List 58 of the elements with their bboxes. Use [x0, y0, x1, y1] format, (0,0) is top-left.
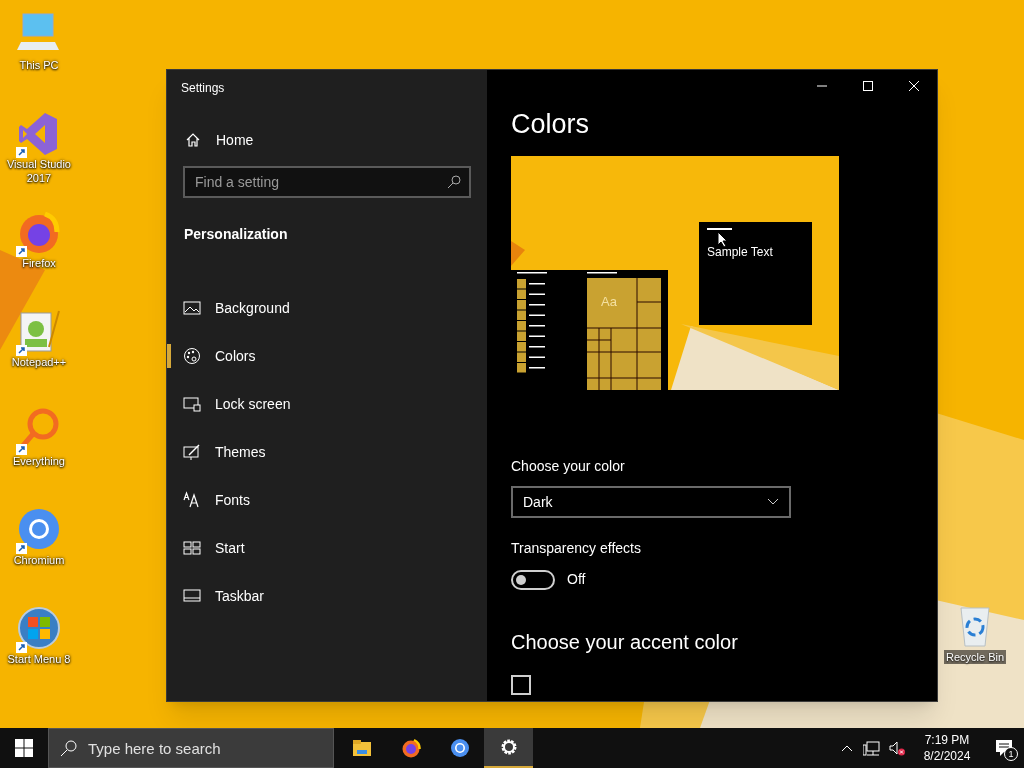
toggle-state-text: Off: [567, 570, 586, 589]
shortcut-label: Start Menu 8: [7, 652, 71, 666]
monitor-brush-icon: [183, 443, 201, 461]
search-field[interactable]: Find a setting: [183, 166, 471, 198]
taskbar-app-button[interactable]: [484, 728, 533, 768]
search-icon: [60, 740, 77, 757]
shortcut-label: Visual Studio 2017: [6, 157, 72, 185]
network-monitor-icon: [862, 740, 880, 756]
shortcut-label: Chromium: [13, 553, 65, 567]
maximize-icon: [862, 80, 874, 92]
palette-icon: [183, 347, 201, 365]
windows-logo-icon: [15, 739, 33, 757]
window-title: Settings: [181, 80, 225, 97]
clock-button[interactable]: 7:19 PM 8/2/2024: [910, 728, 984, 768]
auto-accent-checkbox[interactable]: [511, 675, 531, 695]
monitor-lock-icon: [183, 395, 201, 413]
chevron-up-icon: [841, 744, 853, 752]
section-heading: Personalization: [184, 226, 288, 242]
action-center-button[interactable]: 1: [984, 728, 1024, 768]
color-mode-dropdown[interactable]: Dark: [511, 486, 791, 518]
shortcut-label: This PC: [19, 58, 59, 72]
selection-indicator: [167, 344, 171, 368]
home-nav-item[interactable]: Home: [167, 120, 487, 160]
shortcut-label: Notepad++: [11, 355, 67, 369]
taskbar-icon: [183, 587, 201, 605]
search-icon: [447, 175, 461, 189]
tiles-icon: [183, 539, 201, 557]
tile-sample-text: Aa: [601, 294, 617, 309]
folder-icon: [351, 738, 372, 758]
field-label: Choose your color: [511, 457, 625, 476]
speaker-muted-icon: [889, 740, 905, 756]
nav-item[interactable]: Background: [167, 284, 487, 332]
field-label: Transparency effects: [511, 539, 641, 558]
windows-orb-icon: [15, 604, 63, 652]
clock-time: 7:19 PM: [924, 732, 970, 748]
nav-item[interactable]: Fonts: [167, 476, 487, 524]
recycle-bin-shortcut[interactable]: Recycle Bin: [943, 602, 1007, 664]
picture-icon: [183, 299, 201, 317]
clock-date: 8/2/2024: [923, 748, 971, 764]
home-icon: [185, 132, 201, 148]
nav-item[interactable]: Lock screen: [167, 380, 487, 428]
section-heading: Choose your accent color: [511, 630, 738, 655]
shortcut-label: Firefox: [22, 256, 56, 270]
taskbar-search-field[interactable]: Type here to search: [48, 728, 334, 768]
nav-item[interactable]: Themes: [167, 428, 487, 476]
sample-text: Sample Text: [707, 244, 773, 261]
transparency-toggle[interactable]: [511, 569, 555, 590]
notification-count-badge: 1: [1004, 747, 1018, 761]
page-title: Colors: [511, 108, 590, 141]
fox-globe-icon: [400, 738, 421, 758]
shortcut-label: Everything: [13, 454, 65, 468]
ring-logo-icon: [449, 738, 470, 758]
shortcut-label: Recycle Bin: [943, 650, 1007, 664]
nav-item[interactable]: Start: [167, 524, 487, 572]
letters-icon: [183, 491, 201, 509]
nav-item[interactable]: Taskbar: [167, 572, 487, 620]
close-icon: [908, 80, 920, 92]
chevron-down-icon: [767, 498, 779, 506]
